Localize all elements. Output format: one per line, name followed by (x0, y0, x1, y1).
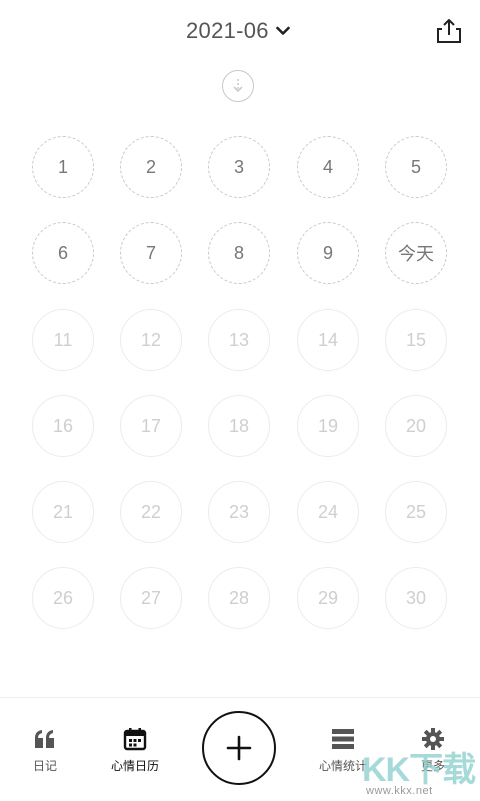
tab-diary[interactable]: 日记 (0, 726, 90, 776)
day-cell[interactable]: 7 (120, 222, 182, 284)
tab-more[interactable]: 更多 (388, 726, 478, 776)
day-cell[interactable]: 21 (32, 481, 94, 543)
day-cell[interactable]: 18 (208, 395, 270, 457)
day-cell[interactable]: 3 (208, 136, 270, 198)
day-cell[interactable]: 22 (120, 481, 182, 543)
list-icon (330, 726, 356, 752)
day-cell-today[interactable]: 今天 (385, 222, 447, 284)
day-cell[interactable]: 24 (297, 481, 359, 543)
day-cell[interactable]: 20 (385, 395, 447, 457)
day-cell[interactable]: 5 (385, 136, 447, 198)
tab-mood-calendar-label: 心情日历 (110, 759, 159, 773)
day-cell[interactable]: 13 (208, 309, 270, 371)
day-cell[interactable]: 15 (385, 309, 447, 371)
day-cell[interactable]: 1 (32, 136, 94, 198)
day-cell[interactable]: 27 (120, 567, 182, 629)
calendar-grid: 1 2 3 4 5 6 7 8 9 今天 11 12 13 14 15 16 17 18 19 20 21 22 23 24 2… (0, 0, 480, 700)
day-cell[interactable]: 26 (32, 567, 94, 629)
day-cell[interactable]: 4 (297, 136, 359, 198)
calendar-icon (122, 726, 148, 752)
day-cell[interactable]: 16 (32, 395, 94, 457)
day-cell[interactable]: 14 (297, 309, 359, 371)
day-cell[interactable]: 23 (208, 481, 270, 543)
day-cell[interactable]: 8 (208, 222, 270, 284)
day-cell[interactable]: 11 (32, 309, 94, 371)
tab-diary-label: 日记 (32, 759, 57, 773)
quote-icon (32, 726, 58, 752)
day-cell[interactable]: 30 (385, 567, 447, 629)
day-cell[interactable]: 2 (120, 136, 182, 198)
tab-mood-calendar[interactable]: 心情日历 (90, 726, 180, 776)
day-cell[interactable]: 9 (297, 222, 359, 284)
day-cell[interactable]: 6 (32, 222, 94, 284)
plus-icon (226, 735, 252, 761)
tab-more-label: 更多 (420, 759, 445, 773)
tab-mood-stats[interactable]: 心情统计 (298, 726, 388, 776)
day-cell[interactable]: 25 (385, 481, 447, 543)
add-entry-button[interactable] (202, 711, 276, 785)
day-cell[interactable]: 28 (208, 567, 270, 629)
gear-icon (420, 726, 446, 752)
day-cell[interactable]: 19 (297, 395, 359, 457)
day-cell[interactable]: 12 (120, 309, 182, 371)
day-cell[interactable]: 29 (297, 567, 359, 629)
tab-mood-stats-label: 心情统计 (318, 759, 367, 773)
day-cell[interactable]: 17 (120, 395, 182, 457)
